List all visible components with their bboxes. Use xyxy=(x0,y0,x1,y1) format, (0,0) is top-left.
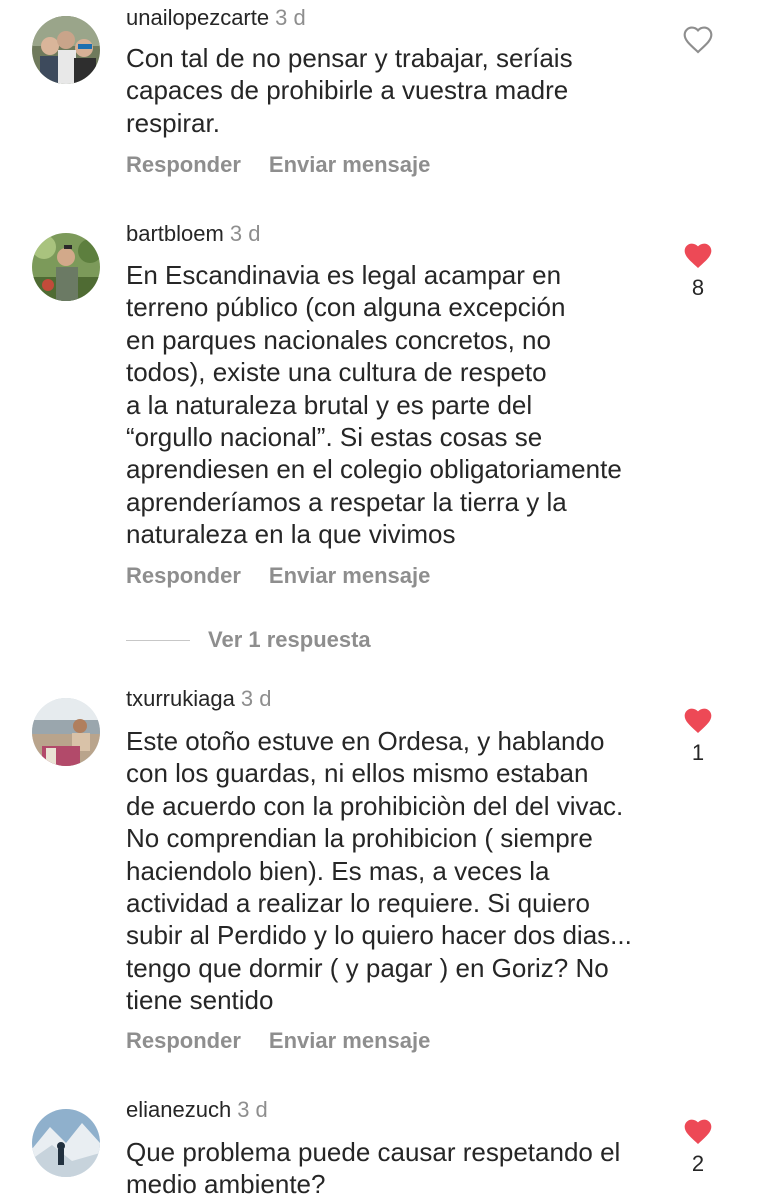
username[interactable]: elianezuch xyxy=(126,1097,231,1122)
timestamp: 3 d xyxy=(229,221,261,246)
reply-button[interactable]: Responder xyxy=(126,1028,241,1053)
comment-actions: Responder Enviar mensaje xyxy=(126,151,430,179)
like-count: 8 xyxy=(691,275,705,300)
username[interactable]: txurrukiaga xyxy=(126,686,235,711)
send-message-button[interactable]: Enviar mensaje xyxy=(269,152,430,177)
comment-line: “orgullo nacional”. Si estas cosas se xyxy=(126,422,543,453)
comment-line: a la naturaleza brutal y es parte del xyxy=(126,389,533,420)
comment-text: Con tal de no pensar y trabajar, seríais… xyxy=(126,42,666,139)
comment-line: aprenderíamos a respetar la tierra y la xyxy=(126,486,567,517)
heart-filled-icon xyxy=(684,1119,712,1144)
comment-line: naturaleza en la que vivimos xyxy=(126,519,456,550)
comment-text: Que problema puede causar respetando el … xyxy=(126,1136,666,1201)
comment-line: tengo que dormir ( y pagar ) en Goriz? N… xyxy=(126,952,609,983)
divider xyxy=(126,639,190,641)
comment-line: Con tal de no pensar y trabajar, seríais xyxy=(126,43,573,73)
reply-button[interactable]: Responder xyxy=(126,152,241,177)
timestamp: 3 d xyxy=(240,686,272,711)
reply-button[interactable]: Responder xyxy=(126,563,241,588)
comment-line: medio ambiente? xyxy=(126,1169,326,1200)
avatar-image xyxy=(32,233,100,301)
comment-line: en parques nacionales concretos, no xyxy=(126,324,551,355)
comment-line: terreno público (con alguna excepción xyxy=(126,292,566,323)
comment-line: haciendolo bien). Es mas, a veces la xyxy=(126,855,550,886)
comment-actions: Responder Enviar mensaje xyxy=(126,562,430,590)
avatar[interactable] xyxy=(32,698,100,766)
avatar-image xyxy=(32,16,100,84)
comment-line: subir al Perdido y lo quiero hacer dos d… xyxy=(126,920,632,951)
comment-line: No comprendian la prohibicion ( siempre xyxy=(126,823,593,854)
comment-line: de acuerdo con la prohibiciòn del del vi… xyxy=(126,790,624,821)
username[interactable]: unailopezcarte xyxy=(126,5,269,30)
like-button[interactable]: 2 xyxy=(680,1118,716,1178)
comment-line: capaces de prohibirle a vuestra madre xyxy=(126,75,569,106)
view-replies-label: Ver 1 respuesta xyxy=(208,627,371,652)
comment-meta: elianezuch 3 d xyxy=(126,1096,268,1124)
heart-outline-icon xyxy=(683,26,713,54)
like-button[interactable] xyxy=(680,26,716,54)
heart-filled-icon xyxy=(684,243,712,268)
like-count: 1 xyxy=(691,740,705,765)
view-replies-button[interactable]: Ver 1 respuesta xyxy=(126,626,371,654)
avatar[interactable] xyxy=(32,1109,100,1177)
username[interactable]: bartbloem xyxy=(126,221,224,246)
comment-line: con los guardas, ni ellos mismo estaban xyxy=(126,758,589,789)
comment-line: En Escandinavia es legal acampar en xyxy=(126,260,562,290)
comment-text: En Escandinavia es legal acampar en terr… xyxy=(126,259,666,551)
comment-line: tiene sentido xyxy=(126,985,274,1016)
timestamp: 3 d xyxy=(275,5,306,30)
comment-meta: txurrukiaga 3 d xyxy=(126,685,271,713)
comment-line: Que problema puede causar respetando el xyxy=(126,1137,621,1167)
like-button[interactable]: 8 xyxy=(680,242,716,302)
timestamp: 3 d xyxy=(237,1097,268,1122)
send-message-button[interactable]: Enviar mensaje xyxy=(269,563,430,588)
comment-line: todos), existe una cultura de respeto xyxy=(126,357,547,388)
comment-line: aprendiesen en el colegio obligatoriamen… xyxy=(126,454,622,485)
avatar-image xyxy=(32,1109,100,1177)
comment-line: respirar. xyxy=(126,107,220,138)
like-count: 2 xyxy=(691,1151,705,1176)
comment-text: Este otoño estuve en Ordesa, y hablando … xyxy=(126,725,666,1017)
send-message-button[interactable]: Enviar mensaje xyxy=(269,1028,430,1053)
avatar-image xyxy=(32,698,100,766)
comment-meta: unailopezcarte 3 d xyxy=(126,4,306,32)
avatar[interactable] xyxy=(32,16,100,84)
heart-filled-icon xyxy=(684,708,712,733)
comment-meta: bartbloem 3 d xyxy=(126,220,260,248)
comment-actions: Responder Enviar mensaje xyxy=(126,1027,430,1055)
comment-line: Este otoño estuve en Ordesa, y hablando xyxy=(126,726,605,756)
avatar[interactable] xyxy=(32,233,100,301)
like-button[interactable]: 1 xyxy=(680,707,716,767)
comment-line: actividad a realizar lo requiere. Si qui… xyxy=(126,888,590,919)
